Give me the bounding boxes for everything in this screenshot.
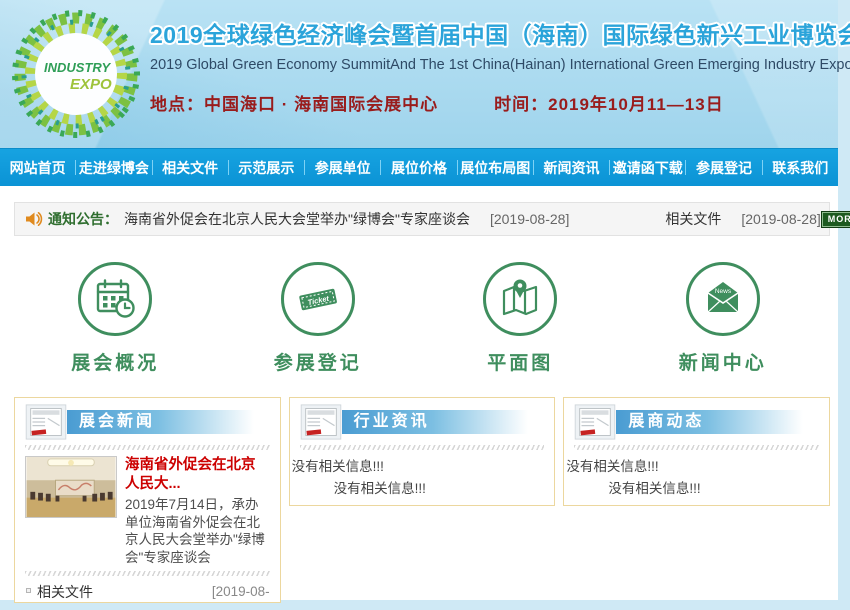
nav-item-news[interactable]: 新闻资讯 <box>534 149 609 186</box>
nav-item-contact[interactable]: 联系我们 <box>763 149 838 186</box>
quick-link-floorplan[interactable]: 平面图 <box>419 262 622 375</box>
event-meta: 地点：中国海口 · 海南国际会展中心 时间：2019年10月11—13日 <box>150 90 838 115</box>
newspaper-icon <box>300 404 342 440</box>
empty-message: 没有相关信息!!! <box>608 478 819 500</box>
main-nav: 网站首页 走进绿博会 相关文件 示范展示 参展单位 展位价格 展位布局图 新闻资… <box>0 148 838 186</box>
event-location: 地点：中国海口 · 海南国际会展中心 <box>150 90 438 115</box>
empty-message: 没有相关信息!!! <box>566 456 819 478</box>
panel-industry-info: 行业资讯 没有相关信息!!! 没有相关信息!!! <box>289 397 556 506</box>
event-time: 时间：2019年10月11—13日 <box>494 90 724 115</box>
quick-link-label: 平面图 <box>487 348 553 375</box>
dotted-divider <box>25 571 270 576</box>
notice-bar: 通知公告： 海南省外促会在北京人民大会堂举办"绿博会"专家座谈会 [2019-0… <box>14 202 830 236</box>
nav-item-booth-price[interactable]: 展位价格 <box>381 149 456 186</box>
ticket-icon: Ticket <box>281 262 355 336</box>
notice-link-2[interactable]: 相关文件 <box>665 209 721 229</box>
nav-item-exhibitors[interactable]: 参展单位 <box>305 149 380 186</box>
logo-text-expo: EXPO <box>70 76 112 93</box>
panel-header: 行业资讯 <box>300 404 545 440</box>
dotted-divider <box>300 445 545 450</box>
panel-title: 展商动态 <box>616 410 819 434</box>
panel-header: 展商动态 <box>574 404 819 440</box>
square-bullet-icon <box>26 588 31 593</box>
speaker-icon <box>25 211 43 227</box>
nav-item-home[interactable]: 网站首页 <box>0 149 75 186</box>
quick-link-newscenter[interactable]: News 新闻中心 <box>622 262 825 375</box>
quick-link-register[interactable]: Ticket 参展登记 <box>217 262 420 375</box>
article-text: 海南省外促会在北京人民大... 2019年7月14日，承办单位海南省外促会在北京… <box>125 456 270 566</box>
page-container: INDUSTRY EXPO 2019全球绿色经济峰会暨首届中国（海南）国际绿色新… <box>0 0 838 600</box>
notice-date-1: [2019-08-28] <box>490 211 569 227</box>
article-excerpt: 2019年7月14日，承办单位海南省外促会在北京人民大会堂举办"绿博会"专家座谈… <box>125 496 270 566</box>
logo-text-industry: INDUSTRY <box>44 60 112 75</box>
newspaper-icon <box>25 404 67 440</box>
notice-date-2: [2019-08-28] <box>741 211 820 227</box>
panel-header: 展会新闻 <box>25 404 270 440</box>
panel-expo-news: 展会新闻 <box>14 397 281 603</box>
nav-item-invitation[interactable]: 邀请函下载 <box>610 149 685 186</box>
empty-message: 没有相关信息!!! <box>334 478 545 500</box>
nav-item-demo[interactable]: 示范展示 <box>229 149 304 186</box>
quick-link-label: 参展登记 <box>274 348 362 375</box>
calendar-icon <box>78 262 152 336</box>
notice-label: 通知公告： <box>48 209 118 229</box>
quick-links-row: 展会概况 Ticket 参展登记 <box>14 262 824 375</box>
notice-link-1[interactable]: 海南省外促会在北京人民大会堂举办"绿博会"专家座谈会 <box>124 209 470 229</box>
site-title-en: 2019 Global Green Economy SummitAnd The … <box>150 57 838 73</box>
industry-expo-logo-icon: INDUSTRY EXPO <box>8 6 144 142</box>
article-title-link[interactable]: 海南省外促会在北京人民大... <box>125 456 270 493</box>
nav-item-booth-layout[interactable]: 展位布局图 <box>458 149 533 186</box>
related-file-date: [2019-08-28] <box>204 582 270 603</box>
panel-title: 展会新闻 <box>67 410 270 434</box>
article-thumbnail[interactable] <box>25 456 117 518</box>
header-text: 2019全球绿色经济峰会暨首届中国（海南）国际绿色新兴工业博览会 2019 Gl… <box>150 0 838 115</box>
news-article: 海南省外促会在北京人民大... 2019年7月14日，承办单位海南省外促会在北京… <box>25 456 270 566</box>
dotted-divider <box>25 445 270 450</box>
more-button[interactable]: MORE+ <box>821 211 850 228</box>
nav-item-documents[interactable]: 相关文件 <box>153 149 228 186</box>
site-title-cn: 2019全球绿色经济峰会暨首届中国（海南）国际绿色新兴工业博览会 <box>150 16 838 50</box>
newspaper-icon <box>574 404 616 440</box>
header: INDUSTRY EXPO 2019全球绿色经济峰会暨首届中国（海南）国际绿色新… <box>0 0 838 148</box>
news-text: News <box>715 288 732 295</box>
dotted-divider <box>574 445 819 450</box>
empty-message: 没有相关信息!!! <box>292 456 545 478</box>
panel-title: 行业资讯 <box>342 410 545 434</box>
map-pin-icon <box>483 262 557 336</box>
related-file-link[interactable]: 相关文件 <box>37 582 93 602</box>
nav-item-register[interactable]: 参展登记 <box>686 149 761 186</box>
nav-item-about[interactable]: 走进绿博会 <box>76 149 151 186</box>
content-panels: 展会新闻 <box>14 397 830 603</box>
news-envelope-icon: News <box>686 262 760 336</box>
quick-link-label: 展会概况 <box>71 348 159 375</box>
quick-link-overview[interactable]: 展会概况 <box>14 262 217 375</box>
quick-link-label: 新闻中心 <box>679 348 767 375</box>
panel-exhibitor-updates: 展商动态 没有相关信息!!! 没有相关信息!!! <box>563 397 830 506</box>
related-file-row: 相关文件 [2019-08-28] <box>25 582 270 603</box>
